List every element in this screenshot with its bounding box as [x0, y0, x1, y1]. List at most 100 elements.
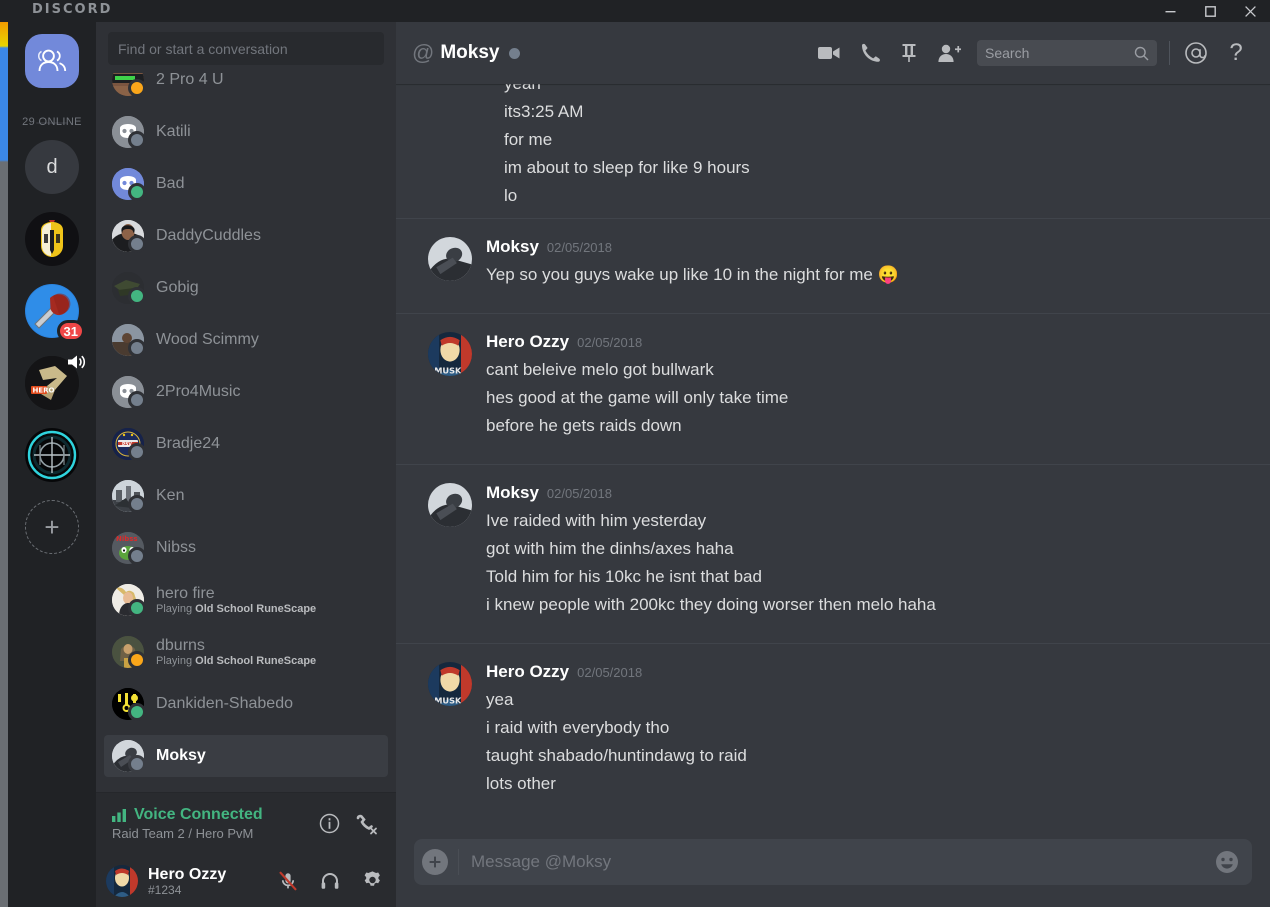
message-line: Yep so you guys wake up like 10 in the n…: [486, 265, 899, 284]
dm-text: Katili: [156, 123, 191, 141]
avatar[interactable]: [428, 483, 472, 527]
info-icon: [319, 813, 339, 834]
message-line: Ive raided with him yesterday: [486, 511, 707, 530]
current-user-avatar[interactable]: [106, 864, 138, 897]
dm-text: DaddyCuddles: [156, 227, 261, 245]
guild-rail: 29 ONLINE d 31 HERO +: [8, 22, 96, 907]
dm-item-moksy[interactable]: Moksy: [104, 735, 388, 777]
deafen-button[interactable]: [314, 865, 346, 897]
pin-icon: [902, 44, 916, 62]
dm-item-2pro4music[interactable]: 2Pro4Music: [104, 371, 388, 413]
find-conversation-input[interactable]: Find or start a conversation: [108, 32, 384, 65]
dm-item-dburns[interactable]: dburns Playing Old School RuneScape: [104, 631, 388, 673]
add-friend-button[interactable]: [929, 33, 969, 73]
plus-icon: +: [25, 500, 79, 554]
status-indicator: [128, 79, 146, 97]
message-line: Told him for his 10kc he isnt that bad: [486, 567, 762, 586]
dm-item-gobig[interactable]: Gobig: [104, 267, 388, 309]
add-server-button[interactable]: +: [25, 500, 79, 554]
dm-sidebar: Find or start a conversation 2 Pro 4 U K…: [96, 22, 396, 907]
avatar: [112, 324, 146, 357]
message-author[interactable]: Hero Ozzy: [486, 332, 569, 352]
message-group: MUSK Hero Ozzy 02/05/2018 cant beleive m…: [396, 313, 1270, 456]
avatar: [112, 73, 146, 97]
message-list[interactable]: yeah its3:25 AM for me im about to sleep…: [396, 84, 1270, 829]
avatar: [112, 116, 146, 149]
mute-button[interactable]: [272, 865, 304, 897]
minimize-button[interactable]: [1150, 0, 1190, 22]
maximize-button[interactable]: [1190, 0, 1230, 22]
dm-name: 2 Pro 4 U: [156, 73, 224, 88]
avatar[interactable]: MUSK: [428, 662, 472, 706]
plus-icon: [429, 856, 441, 868]
voice-disconnect-button[interactable]: [352, 809, 382, 839]
dm-name: dburns: [156, 636, 205, 654]
dm-name: Wood Scimmy: [156, 331, 259, 348]
dm-text: Gobig: [156, 279, 199, 297]
dm-item-daddycuddles[interactable]: DaddyCuddles: [104, 215, 388, 257]
dm-activity: Playing Old School RuneScape: [156, 603, 316, 616]
guild-item-d[interactable]: d: [25, 140, 79, 194]
channel-status-indicator: [509, 47, 521, 59]
message: Moksy 02/05/2018 Yep so you guys wake up…: [414, 237, 1258, 305]
message-author[interactable]: Hero Ozzy: [486, 662, 569, 682]
avatar: [112, 688, 146, 721]
message-author[interactable]: Moksy: [486, 483, 539, 503]
avatar: [112, 272, 146, 305]
guild-item-hero-pvm[interactable]: HERO: [25, 355, 86, 410]
dm-text: Bad: [156, 175, 184, 193]
emoji-picker-button[interactable]: [1214, 849, 1240, 875]
message-group: yeah its3:25 AM for me im about to sleep…: [396, 84, 1270, 210]
message-author[interactable]: Moksy: [486, 237, 539, 257]
voice-call-button[interactable]: [849, 33, 889, 73]
dm-item-2-pro-4-u[interactable]: 2 Pro 4 U: [104, 73, 388, 101]
dm-search-area: Find or start a conversation: [96, 22, 396, 73]
guild-item-target[interactable]: [25, 428, 79, 482]
message-input[interactable]: Message @Moksy: [471, 852, 1214, 872]
message-composer: Message @Moksy: [396, 829, 1270, 907]
dm-list[interactable]: 2 Pro 4 U Katili Bad DaddyCuddles Gobig …: [96, 73, 396, 792]
guild-item-hammer[interactable]: 31: [25, 284, 85, 342]
dm-item-katili[interactable]: Katili: [104, 111, 388, 153]
voice-status: Voice Connected: [112, 806, 306, 824]
upload-attachment-button[interactable]: [422, 849, 448, 875]
pinned-messages-button[interactable]: [889, 33, 929, 73]
avatar[interactable]: [428, 237, 472, 281]
channel-header: @ Moksy Search ?: [396, 22, 1270, 84]
disconnect-call-icon: [356, 814, 377, 834]
message-line: got with him the dinhs/axes haha: [486, 539, 734, 558]
voice-info-button[interactable]: [314, 809, 344, 839]
dm-text: 2Pro4Music: [156, 383, 240, 401]
status-indicator: [128, 443, 146, 461]
avatar: [112, 376, 146, 409]
dm-activity: Playing Old School RuneScape: [156, 655, 316, 668]
user-settings-button[interactable]: [356, 865, 388, 897]
dm-name: Moksy: [156, 747, 206, 764]
message-line: lots other: [486, 774, 556, 793]
home-button[interactable]: [25, 34, 79, 88]
mentions-button[interactable]: [1176, 33, 1216, 73]
dm-name: Ken: [156, 487, 185, 504]
composer-box[interactable]: Message @Moksy: [414, 839, 1252, 885]
dm-item-bad[interactable]: Bad: [104, 163, 388, 205]
find-conversation-placeholder: Find or start a conversation: [118, 40, 288, 57]
search-input[interactable]: Search: [977, 40, 1157, 66]
dm-name: Dankiden-Shabedo: [156, 695, 293, 712]
dm-item-ken[interactable]: Ken: [104, 475, 388, 517]
dm-item-bradje24[interactable]: PSV Bradje24: [104, 423, 388, 465]
message-group: Moksy 02/05/2018 Ive raided with him yes…: [396, 464, 1270, 635]
dm-item-nibss[interactable]: Nibss Nibss: [104, 527, 388, 569]
video-call-button[interactable]: [809, 33, 849, 73]
close-button[interactable]: [1230, 0, 1270, 22]
dm-item-dankiden-shabedo[interactable]: Dankiden-Shabedo: [104, 683, 388, 725]
dm-item-wood-scimmy[interactable]: Wood Scimmy: [104, 319, 388, 361]
dm-item-hero-fire[interactable]: hero fire Playing Old School RuneScape: [104, 579, 388, 621]
voice-status-label: Voice Connected: [134, 806, 263, 823]
help-button[interactable]: ?: [1216, 33, 1256, 73]
avatar[interactable]: MUSK: [428, 332, 472, 376]
guild-item-helmet[interactable]: [25, 212, 79, 266]
message-timestamp: 02/05/2018: [546, 240, 612, 255]
status-indicator: [128, 339, 146, 357]
status-indicator: [128, 703, 146, 721]
dm-activity-game: Old School RuneScape: [195, 602, 317, 615]
